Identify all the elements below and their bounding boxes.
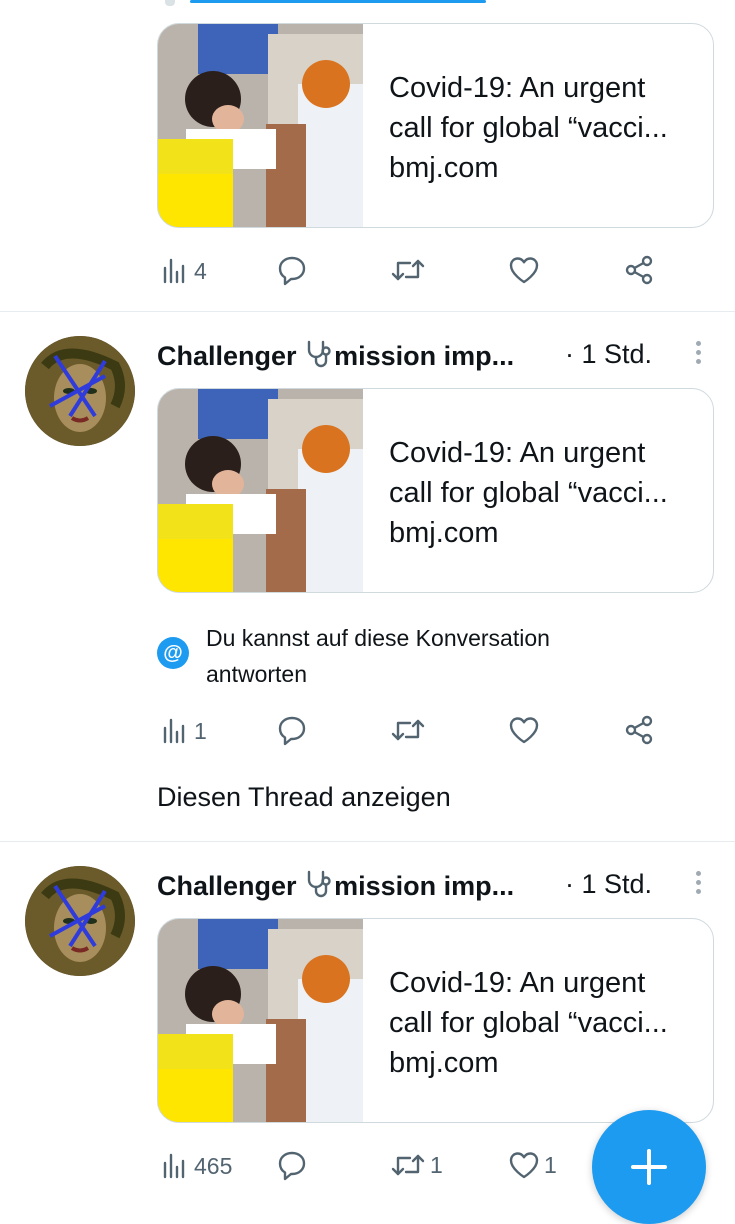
heart-icon — [509, 717, 539, 744]
card-domain: bmj.com — [389, 152, 499, 184]
link-card[interactable]: Covid-19: An urgent call for global “vac… — [157, 23, 714, 228]
reply-button[interactable] — [276, 254, 308, 286]
views-button[interactable]: 465 — [160, 1151, 232, 1181]
retweet-count: 1 — [430, 1151, 443, 1178]
avatar[interactable] — [25, 866, 135, 976]
card-title-line1: Covid-19: An urgent — [389, 437, 646, 469]
card-title-line1: Covid-19: An urgent — [389, 72, 646, 104]
reply-button[interactable] — [276, 714, 308, 746]
avatar[interactable] — [25, 336, 135, 446]
vaccination-photo — [158, 24, 363, 227]
thread-line — [165, 0, 175, 6]
retweet-icon — [391, 259, 425, 281]
tweet-time[interactable]: · 1 Std. — [565, 869, 652, 900]
tweet-author[interactable]: Challenger mission imp... — [157, 869, 514, 902]
views-count: 1 — [194, 717, 207, 744]
retweet-button[interactable] — [390, 254, 426, 286]
link-card[interactable]: Covid-19: An urgent call for global “vac… — [157, 388, 714, 593]
share-icon — [625, 255, 653, 285]
scroll-remnant-bar — [190, 0, 486, 3]
tweet-time[interactable]: · 1 Std. — [565, 339, 652, 370]
author-suffix: mission imp... — [334, 341, 515, 371]
card-title-line1: Covid-19: An urgent — [389, 967, 646, 999]
views-count: 465 — [194, 1152, 233, 1179]
retweet-button[interactable] — [390, 714, 426, 746]
stethoscope-icon — [307, 340, 331, 368]
views-button[interactable]: 4 — [160, 256, 207, 286]
heart-icon — [509, 257, 539, 284]
card-domain: bmj.com — [389, 1047, 499, 1079]
heart-icon — [509, 1152, 539, 1179]
retweet-button[interactable]: 1 — [390, 1149, 443, 1181]
author-suffix: mission imp... — [334, 871, 515, 901]
tweet-divider — [0, 841, 735, 842]
share-button[interactable] — [623, 254, 655, 286]
reply-permission-notice: Du kannst auf diese Konversation antwort… — [206, 625, 550, 687]
share-button[interactable] — [623, 714, 655, 746]
mention-icon: @ — [157, 637, 189, 669]
card-title-line2: call for global “vacci... — [389, 477, 668, 509]
link-card[interactable]: Covid-19: An urgent call for global “vac… — [157, 918, 714, 1123]
card-title-line2: call for global “vacci... — [389, 112, 668, 144]
retweet-icon — [391, 719, 425, 741]
views-icon — [163, 1153, 185, 1179]
card-title-line2: call for global “vacci... — [389, 1007, 668, 1039]
reply-icon — [278, 1151, 306, 1181]
reply-icon — [278, 256, 306, 286]
like-button[interactable] — [508, 255, 540, 285]
stethoscope-icon — [307, 870, 331, 898]
like-count: 1 — [544, 1151, 557, 1178]
author-name: Challenger — [157, 341, 297, 371]
views-icon — [163, 718, 185, 744]
like-button[interactable]: 1 — [508, 1150, 557, 1180]
show-thread-link[interactable]: Diesen Thread anzeigen — [157, 782, 451, 813]
share-icon — [625, 715, 653, 745]
card-domain: bmj.com — [389, 517, 499, 549]
compose-fab-button[interactable] — [592, 1110, 706, 1224]
tweet-divider — [0, 311, 735, 312]
reply-button[interactable] — [276, 1149, 308, 1181]
retweet-icon — [391, 1154, 425, 1176]
reply-icon — [278, 716, 306, 746]
plus-icon — [631, 1149, 667, 1185]
views-count: 4 — [194, 257, 207, 284]
more-options-icon[interactable] — [690, 338, 706, 368]
like-button[interactable] — [508, 715, 540, 745]
views-button[interactable]: 1 — [160, 716, 207, 746]
vaccination-photo — [158, 919, 363, 1122]
author-name: Challenger — [157, 871, 297, 901]
vaccination-photo — [158, 389, 363, 592]
views-icon — [163, 258, 185, 284]
more-options-icon[interactable] — [690, 868, 706, 898]
tweet-author[interactable]: Challenger mission imp... — [157, 339, 514, 372]
